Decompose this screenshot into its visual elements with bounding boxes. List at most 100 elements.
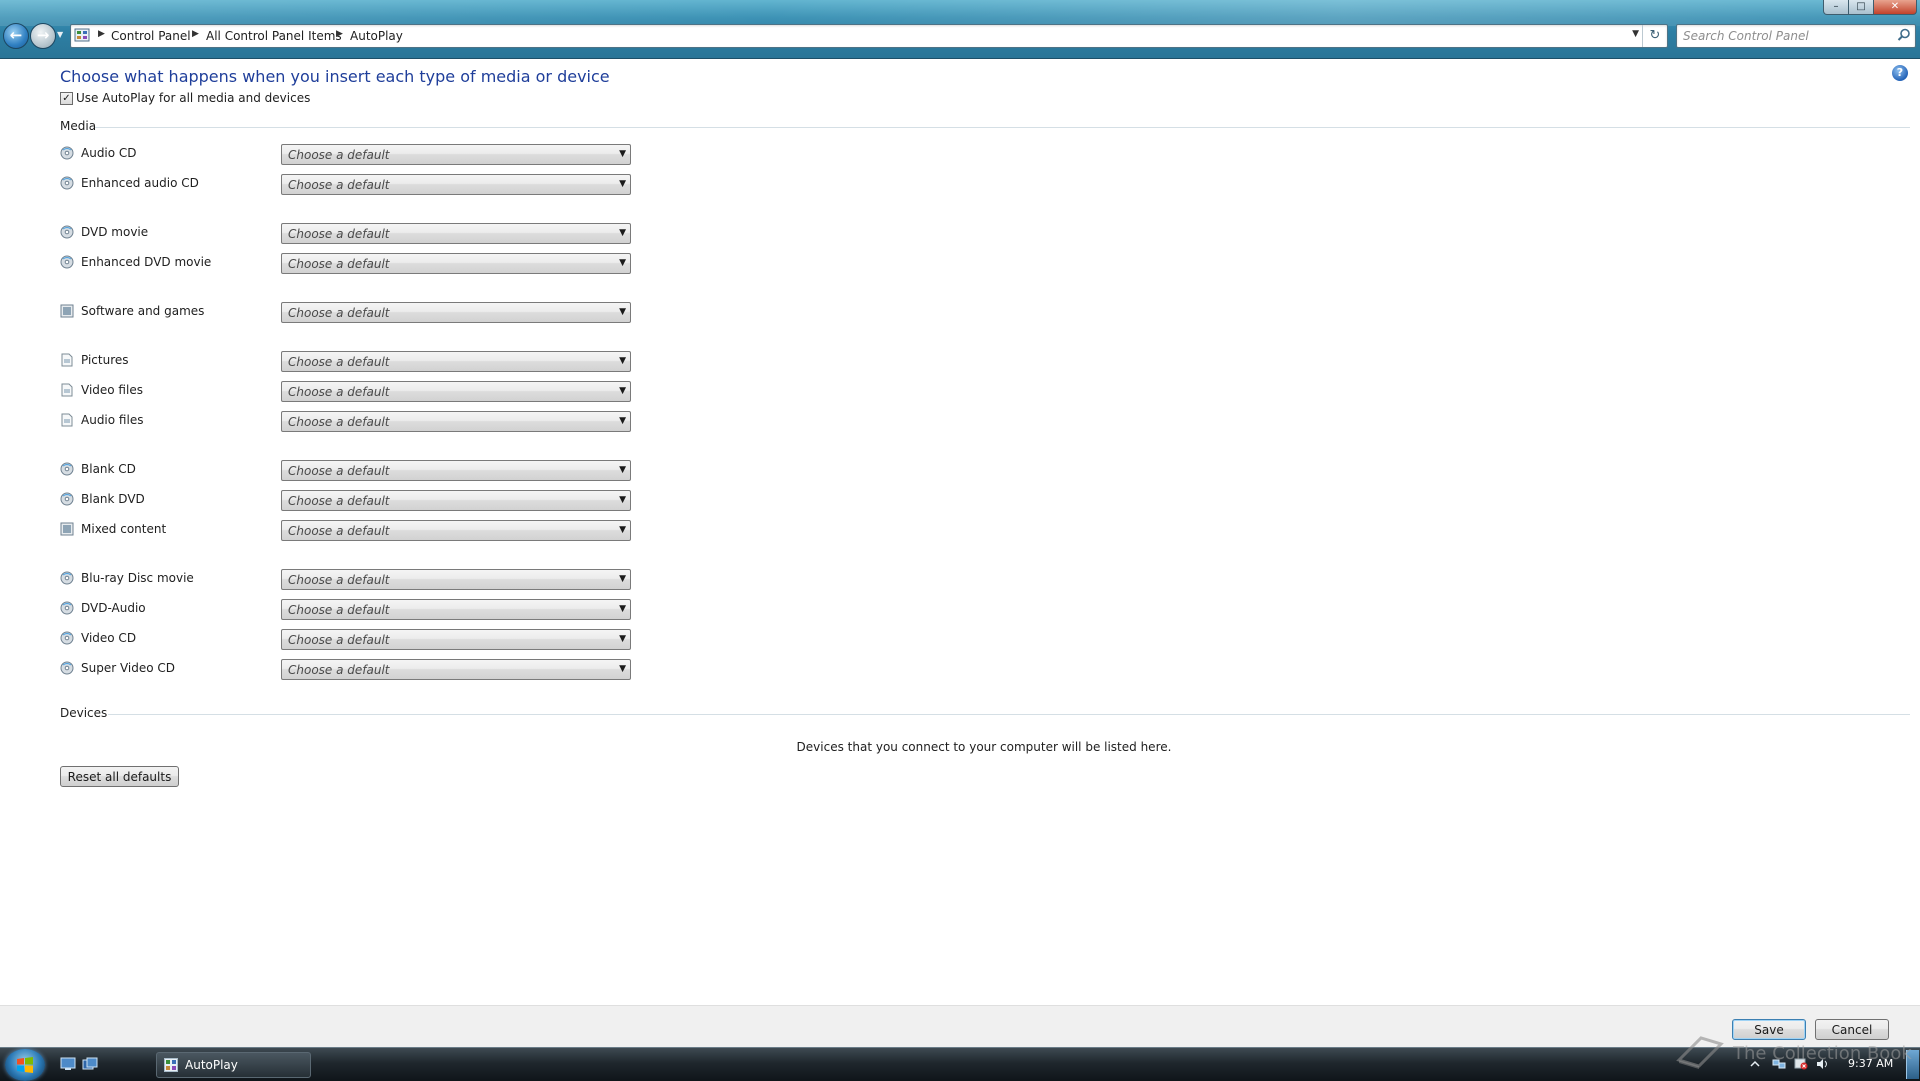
forward-button[interactable]: → bbox=[30, 23, 56, 49]
taskbar-button-autoplay[interactable]: AutoPlay bbox=[156, 1052, 311, 1078]
media-type-label: Mixed content bbox=[81, 522, 167, 536]
use-autoplay-label[interactable]: Use AutoPlay for all media and devices bbox=[76, 91, 310, 105]
close-button[interactable]: ✕ bbox=[1873, 0, 1917, 15]
autoplay-default-select[interactable]: Choose a default ▼ bbox=[281, 302, 631, 323]
refresh-button[interactable]: ↻ bbox=[1642, 25, 1667, 47]
dropdown-arrow-icon[interactable]: ▼ bbox=[619, 634, 626, 644]
recent-pages-dropdown-icon[interactable]: ▼ bbox=[57, 30, 67, 40]
switch-windows-quicklaunch-icon[interactable] bbox=[82, 1057, 98, 1071]
dropdown-arrow-icon[interactable]: ▼ bbox=[619, 228, 626, 238]
autoplay-default-select[interactable]: Choose a default ▼ bbox=[281, 569, 631, 590]
dropdown-arrow-icon[interactable]: ▼ bbox=[619, 574, 626, 584]
search-input[interactable] bbox=[1681, 27, 1885, 45]
dropdown-arrow-icon[interactable]: ▼ bbox=[619, 416, 626, 426]
autoplay-window: – □ ✕ ← → ▼ ▶ Control Panel ▶ All Contro… bbox=[0, 0, 1920, 1048]
select-value: Choose a default bbox=[288, 355, 390, 369]
back-button[interactable]: ← bbox=[3, 23, 29, 49]
autoplay-default-select[interactable]: Choose a default ▼ bbox=[281, 659, 631, 680]
media-divider bbox=[95, 127, 1910, 128]
media-section-label: Media bbox=[60, 119, 97, 133]
select-value: Choose a default bbox=[288, 524, 390, 538]
media-type-label: Blank CD bbox=[81, 462, 136, 476]
select-value: Choose a default bbox=[288, 573, 390, 587]
breadcrumb-all-items[interactable]: All Control Panel Items bbox=[206, 29, 342, 43]
media-type-label: Video files bbox=[81, 383, 143, 397]
navbar-glare bbox=[0, 0, 1920, 26]
select-value: Choose a default bbox=[288, 178, 390, 192]
autoplay-default-select[interactable]: Choose a default ▼ bbox=[281, 144, 631, 165]
dropdown-arrow-icon[interactable]: ▼ bbox=[619, 525, 626, 535]
help-icon[interactable]: ? bbox=[1892, 65, 1908, 81]
address-bar[interactable]: ▶ Control Panel ▶ All Control Panel Item… bbox=[70, 24, 1668, 48]
media-row: Video CD Choose a default ▼ bbox=[60, 629, 631, 651]
media-row: Pictures Choose a default ▼ bbox=[60, 351, 631, 373]
dropdown-arrow-icon[interactable]: ▼ bbox=[619, 179, 626, 189]
main-content: Choose what happens when you insert each… bbox=[0, 59, 1920, 1005]
dropdown-arrow-icon[interactable]: ▼ bbox=[619, 386, 626, 396]
start-button[interactable] bbox=[5, 1049, 45, 1081]
dropdown-arrow-icon[interactable]: ▼ bbox=[619, 307, 626, 317]
address-dropdown-icon[interactable]: ▼ bbox=[1632, 29, 1639, 39]
dropdown-arrow-icon[interactable]: ▼ bbox=[619, 604, 626, 614]
search-box[interactable] bbox=[1676, 24, 1916, 48]
audio-cd-icon bbox=[60, 146, 74, 160]
autoplay-default-select[interactable]: Choose a default ▼ bbox=[281, 351, 631, 372]
control-panel-icon bbox=[74, 28, 90, 42]
minimize-button[interactable]: – bbox=[1823, 0, 1849, 15]
autoplay-default-select[interactable]: Choose a default ▼ bbox=[281, 599, 631, 620]
autoplay-default-select[interactable]: Choose a default ▼ bbox=[281, 490, 631, 511]
devices-empty-message: Devices that you connect to your compute… bbox=[796, 740, 1172, 754]
media-type-label: DVD movie bbox=[81, 225, 149, 239]
autoplay-default-select[interactable]: Choose a default ▼ bbox=[281, 253, 631, 274]
media-row: Blank DVD Choose a default ▼ bbox=[60, 490, 631, 512]
autoplay-default-select[interactable]: Choose a default ▼ bbox=[281, 411, 631, 432]
autoplay-default-select[interactable]: Choose a default ▼ bbox=[281, 460, 631, 481]
select-value: Choose a default bbox=[288, 663, 390, 677]
media-row: Audio files Choose a default ▼ bbox=[60, 411, 631, 433]
media-type-label: Audio files bbox=[81, 413, 144, 427]
media-type-label: Enhanced DVD movie bbox=[81, 255, 212, 269]
autoplay-default-select[interactable]: Choose a default ▼ bbox=[281, 381, 631, 402]
autoplay-default-select[interactable]: Choose a default ▼ bbox=[281, 174, 631, 195]
pictures-icon bbox=[60, 353, 74, 367]
autoplay-default-select[interactable]: Choose a default ▼ bbox=[281, 520, 631, 541]
devices-section-label: Devices bbox=[60, 706, 108, 720]
maximize-button[interactable]: □ bbox=[1848, 0, 1874, 15]
page-title: Choose what happens when you insert each… bbox=[60, 67, 610, 86]
select-value: Choose a default bbox=[288, 257, 390, 271]
book-watermark-icon bbox=[1676, 1036, 1724, 1069]
dropdown-arrow-icon[interactable]: ▼ bbox=[619, 664, 626, 674]
reset-all-defaults-button[interactable]: Reset all defaults bbox=[60, 766, 179, 787]
autoplay-default-select[interactable]: Choose a default ▼ bbox=[281, 629, 631, 650]
media-row: Blu-ray Disc movie Choose a default ▼ bbox=[60, 569, 631, 591]
media-row: Enhanced audio CD Choose a default ▼ bbox=[60, 174, 631, 196]
blank-dvd-icon bbox=[60, 492, 74, 506]
media-type-label: Pictures bbox=[81, 353, 129, 367]
taskbar-button-label: AutoPlay bbox=[185, 1058, 238, 1072]
breadcrumb-arrow-icon[interactable]: ▶ bbox=[192, 29, 199, 39]
breadcrumb-autoplay[interactable]: AutoPlay bbox=[350, 29, 403, 43]
dropdown-arrow-icon[interactable]: ▼ bbox=[619, 149, 626, 159]
enhanced-audio-cd-icon bbox=[60, 176, 74, 190]
search-icon[interactable] bbox=[1897, 28, 1911, 42]
watermark: The Collection Book bbox=[1675, 1028, 1912, 1074]
dropdown-arrow-icon[interactable]: ▼ bbox=[619, 258, 626, 268]
show-desktop-quicklaunch-icon[interactable] bbox=[60, 1057, 76, 1071]
dropdown-arrow-icon[interactable]: ▼ bbox=[619, 465, 626, 475]
taskbar: AutoPlay 9:37 AM bbox=[0, 1047, 1920, 1081]
media-row: DVD movie Choose a default ▼ bbox=[60, 223, 631, 245]
footer-bar: Save Cancel bbox=[0, 1005, 1920, 1048]
breadcrumb-control-panel[interactable]: Control Panel bbox=[111, 29, 191, 43]
dropdown-arrow-icon[interactable]: ▼ bbox=[619, 356, 626, 366]
media-type-label: Audio CD bbox=[81, 146, 137, 160]
enhanced-dvd-movie-icon bbox=[60, 255, 74, 269]
media-row: Audio CD Choose a default ▼ bbox=[60, 144, 631, 166]
windows-logo-icon bbox=[17, 1057, 33, 1073]
breadcrumb-arrow-icon[interactable]: ▶ bbox=[336, 29, 343, 39]
dropdown-arrow-icon[interactable]: ▼ bbox=[619, 495, 626, 505]
media-type-label: DVD-Audio bbox=[81, 601, 146, 615]
super-video-cd-icon bbox=[60, 661, 74, 675]
use-autoplay-checkbox[interactable]: ✓ bbox=[60, 92, 73, 105]
breadcrumb-arrow-icon[interactable]: ▶ bbox=[98, 29, 105, 39]
autoplay-default-select[interactable]: Choose a default ▼ bbox=[281, 223, 631, 244]
